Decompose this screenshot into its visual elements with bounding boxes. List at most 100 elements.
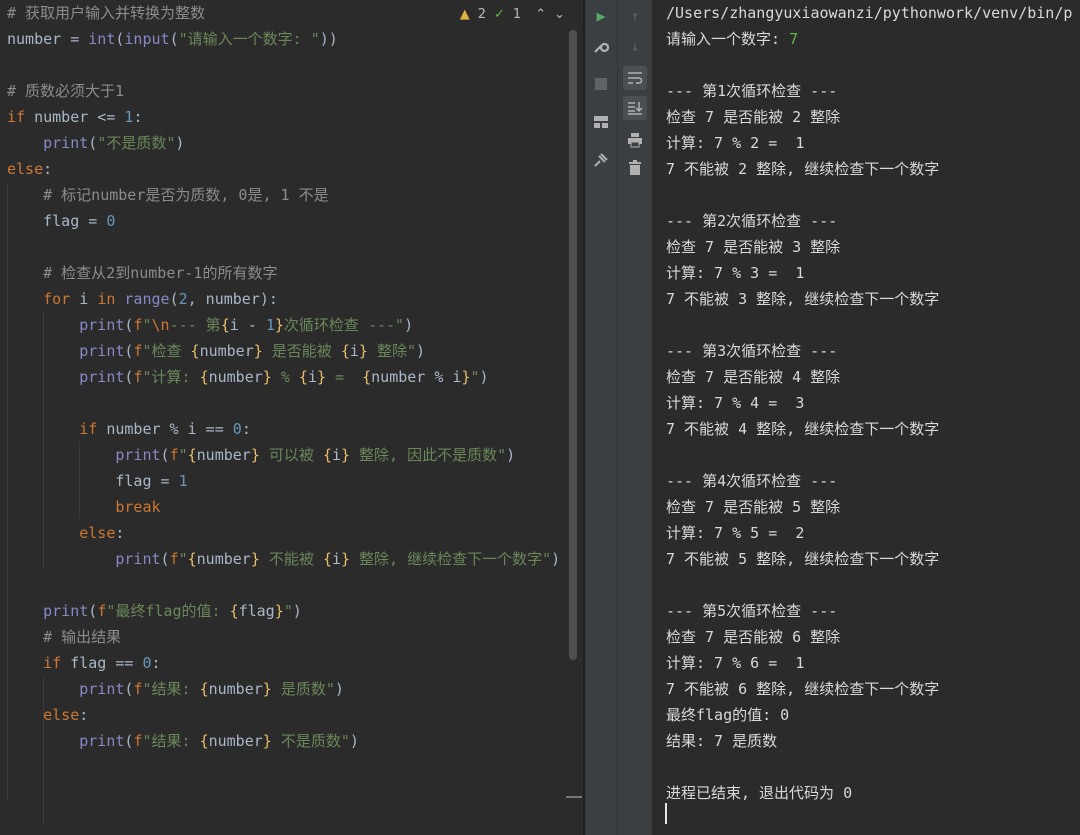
stop-icon[interactable] [589, 72, 613, 96]
arrow-down-icon[interactable]: ↓ [623, 34, 647, 58]
code-token: print [79, 342, 125, 360]
code-token: range [124, 290, 170, 308]
code-line[interactable]: # 输出结果 [7, 624, 121, 650]
soft-wrap-icon[interactable] [623, 66, 647, 90]
code-token: { [190, 342, 200, 360]
code-line[interactable]: else: [7, 156, 52, 182]
code-token: 是否能被 [262, 342, 341, 360]
run-icon[interactable]: ▶ [589, 4, 613, 28]
pin-icon[interactable] [589, 148, 613, 172]
indent-guide [43, 676, 44, 826]
horizontal-scrollbar[interactable] [566, 796, 582, 798]
code-token: : [241, 420, 251, 438]
code-token: int [88, 30, 116, 48]
code-line[interactable]: print(f"{number} 可以被 {i} 整除, 因此不是质数") [7, 442, 515, 468]
code-token: ) [479, 368, 489, 386]
code-token: i - [229, 316, 266, 334]
code-line[interactable]: if flag == 0: [7, 650, 160, 676]
code-line[interactable]: flag = 0 [7, 208, 115, 234]
console-path-line: /Users/zhangyuxiaowanzi/pythonwork/venv/… [666, 4, 1073, 22]
console-line: 计算: 7 % 6 = 1 [666, 654, 805, 672]
code-token: print [79, 680, 125, 698]
console-line: 检查 7 是否能被 4 整除 [666, 368, 841, 386]
console-prompt-line: 请输入一个数字: 7 [666, 26, 798, 52]
code-token: { [229, 602, 239, 620]
code-line[interactable]: else: [7, 702, 88, 728]
code-token: ) [506, 446, 516, 464]
code-line[interactable]: print(f"最终flag的值: {flag}") [7, 598, 302, 624]
code-line[interactable]: print(f"结果: {number} 是质数") [7, 676, 344, 702]
code-token: " [470, 368, 480, 386]
code-token: } [461, 368, 471, 386]
code-line[interactable]: break [7, 494, 161, 520]
wrench-icon[interactable] [589, 34, 613, 58]
vertical-scrollbar[interactable] [569, 30, 577, 660]
scroll-to-end-icon[interactable] [623, 96, 647, 120]
console-line: 进程已结束, 退出代码为 0 [666, 784, 853, 802]
code-token: print [115, 550, 161, 568]
code-token: } [250, 446, 260, 464]
code-line[interactable]: # 检查从2到number-1的所有数字 [7, 260, 277, 286]
code-line[interactable]: for i in range(2, number): [7, 286, 278, 312]
code-token: i [307, 368, 317, 386]
code-token: break [115, 498, 161, 516]
indent-guide [79, 442, 80, 518]
code-token: --- 第 [169, 316, 221, 334]
code-line[interactable]: print(f"计算: {number} % {i} = {number % i… [7, 364, 489, 390]
trash-icon[interactable] [623, 156, 647, 180]
code-line[interactable]: if number <= 1: [7, 104, 142, 130]
code-token: flag == [70, 654, 143, 672]
console-line: 7 不能被 4 整除, 继续检查下一个数字 [666, 420, 940, 438]
code-line[interactable]: else: [7, 520, 124, 546]
code-token: 不能被 [259, 550, 323, 568]
code-editor[interactable]: # 获取用户输入并转换为整数 number = int(input("请输入一个数… [0, 0, 583, 835]
code-token: 2 [178, 290, 188, 308]
code-token: : [133, 108, 143, 126]
console-line: 7 不能被 5 整除, 继续检查下一个数字 [666, 550, 940, 568]
code-token: ) [292, 602, 302, 620]
code-token: { [340, 342, 350, 360]
code-line[interactable]: # 标记number是否为质数, 0是, 1 不是 [7, 182, 328, 208]
code-token: "最终flag的值: [106, 602, 230, 620]
run-console[interactable]: /Users/zhangyuxiaowanzi/pythonwork/venv/… [652, 0, 1080, 835]
code-token: \n [151, 316, 170, 334]
indent-guide [7, 182, 8, 802]
code-token: else [7, 160, 44, 178]
code-token: ) [175, 134, 185, 152]
chevron-down-icon[interactable]: ⌄ [554, 7, 565, 22]
code-line[interactable]: # 获取用户输入并转换为整数 [7, 0, 205, 26]
code-line[interactable]: print(f"\n--- 第{i - 1}次循环检查 ---") [7, 312, 413, 338]
code-token: print [43, 134, 89, 152]
code-token: { [220, 316, 230, 334]
code-token: else [43, 706, 80, 724]
code-line[interactable]: number = int(input("请输入一个数字: ")) [7, 26, 338, 52]
code-token: 整除, 因此不是质数" [350, 446, 507, 464]
code-token: "结果: [142, 680, 200, 698]
code-line[interactable]: flag = 1 [7, 468, 187, 494]
code-token: ) [416, 342, 426, 360]
print-icon[interactable] [623, 128, 647, 152]
inspection-widget[interactable]: ▲ 2 ✓ 1 ⌃ ⌄ [460, 4, 565, 24]
arrow-up-icon[interactable]: ↑ [623, 4, 647, 28]
code-line[interactable]: print("不是质数") [7, 130, 184, 156]
code-token: } [316, 368, 326, 386]
code-line[interactable]: print(f"检查 {number} 是否能被 {i} 整除") [7, 338, 425, 364]
chevron-up-icon[interactable]: ⌃ [535, 7, 546, 22]
weak-warning-count: 1 [512, 6, 522, 22]
code-token: ) [551, 550, 561, 568]
code-line[interactable]: print(f"{number} 不能被 {i} 整除, 继续检查下一个数字") [7, 546, 560, 572]
code-token: flag = [7, 472, 179, 490]
code-token: { [199, 732, 209, 750]
console-line: 最终flag的值: 0 [666, 706, 790, 724]
console-line: 检查 7 是否能被 5 整除 [666, 498, 841, 516]
code-token: ( [88, 602, 98, 620]
code-token: ( [169, 290, 179, 308]
code-line[interactable]: # 质数必须大于1 [7, 78, 124, 104]
layout-icon[interactable] [589, 110, 613, 134]
code-token: 0 [106, 212, 116, 230]
code-line[interactable]: print(f"结果: {number} 不是质数") [7, 728, 359, 754]
code-token: { [298, 368, 308, 386]
